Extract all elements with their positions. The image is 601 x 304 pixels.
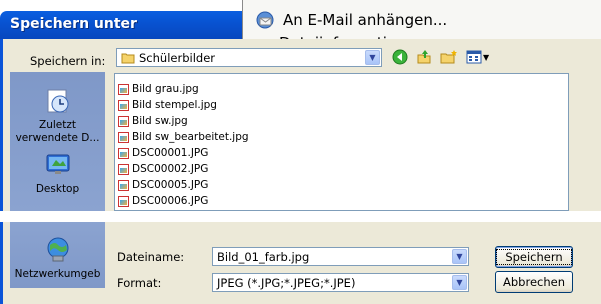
- background-context-menu: An E-Mail anhängen... Dateiinformationen: [242, 0, 601, 42]
- filename-field[interactable]: Bild_01_farb.jpg ▼: [212, 247, 469, 266]
- image-file-icon: [118, 195, 129, 207]
- cancel-button-label: Abbrechen: [503, 275, 565, 289]
- new-folder-icon[interactable]: [440, 49, 458, 65]
- image-file-icon: [118, 131, 129, 143]
- place-recent-label: Zuletzt verwendete D...: [15, 119, 100, 144]
- place-desktop[interactable]: Desktop: [10, 150, 105, 195]
- list-item[interactable]: DSC00006.JPG: [118, 194, 208, 208]
- format-select[interactable]: JPEG (*.JPG;*.JPEG;*.JPE) ▼: [212, 273, 469, 292]
- place-recent[interactable]: Zuletzt verwendete D...: [10, 86, 105, 145]
- list-item[interactable]: DSC00001.JPG: [118, 146, 208, 160]
- image-file-icon: [118, 147, 129, 159]
- image-file-icon: [118, 115, 129, 127]
- back-icon[interactable]: [392, 49, 408, 65]
- image-file-icon: [118, 83, 129, 95]
- view-icon: [466, 50, 482, 64]
- recent-documents-icon: [47, 89, 68, 113]
- format-value: JPEG (*.JPG;*.JPEG;*.JPE): [217, 275, 356, 290]
- save-in-label: Speichern in:: [30, 54, 106, 68]
- filename-label: Dateiname:: [117, 250, 185, 264]
- save-in-value: Schülerbilder: [139, 50, 215, 65]
- network-places-icon: [47, 237, 68, 262]
- save-in-combo[interactable]: Schülerbilder ▼: [116, 48, 382, 67]
- file-list[interactable]: Bild grau.jpg Bild stempel.jpg Bild sw.j…: [114, 73, 569, 211]
- file-name: Bild sw_bearbeitet.jpg: [132, 131, 249, 143]
- place-network-label: Netzwerkumgeb: [14, 268, 101, 280]
- file-name: DSC00001.JPG: [132, 147, 209, 159]
- file-name: DSC00002.JPG: [132, 163, 209, 175]
- save-button[interactable]: Speichern: [495, 246, 573, 268]
- file-name: Bild grau.jpg: [132, 83, 199, 95]
- file-name: DSC00006.JPG: [132, 195, 209, 207]
- menu-item-email-label: An E-Mail anhängen...: [283, 11, 448, 29]
- format-label: Format:: [117, 276, 162, 290]
- save-button-label: Speichern: [496, 249, 572, 265]
- list-item[interactable]: Bild stempel.jpg: [118, 98, 217, 112]
- filename-value: Bild_01_farb.jpg: [217, 249, 310, 264]
- chevron-down-icon[interactable]: ▼: [452, 249, 467, 264]
- email-attach-icon: [256, 11, 274, 29]
- places-items: Zuletzt verwendete D... Desktop: [10, 72, 105, 211]
- chevron-down-icon[interactable]: ▼: [365, 50, 380, 65]
- list-item[interactable]: DSC00002.JPG: [118, 162, 208, 176]
- up-folder-icon[interactable]: [416, 49, 432, 65]
- file-name: Bild sw.jpg: [132, 115, 188, 127]
- desktop-icon: [46, 154, 69, 174]
- file-name: DSC00005.JPG: [132, 179, 209, 191]
- dialog-title: Speichern unter: [10, 16, 137, 32]
- dialog-toolbar: ▼: [392, 47, 489, 67]
- file-name: Bild stempel.jpg: [132, 99, 217, 111]
- list-item[interactable]: DSC00005.JPG: [118, 178, 208, 192]
- image-file-icon: [118, 179, 129, 191]
- place-desktop-label: Desktop: [35, 183, 80, 195]
- place-network[interactable]: Netzwerkumgeb: [10, 236, 105, 280]
- list-item[interactable]: Bild sw.jpg: [118, 114, 188, 128]
- menu-item-email[interactable]: An E-Mail anhängen...: [255, 8, 447, 32]
- cancel-button[interactable]: Abbrechen: [495, 271, 573, 293]
- view-menu[interactable]: ▼: [466, 50, 489, 64]
- image-file-icon: [118, 163, 129, 175]
- image-file-icon: [118, 99, 129, 111]
- chevron-down-icon[interactable]: ▼: [452, 275, 467, 290]
- view-dropdown-arrow-icon: ▼: [483, 52, 490, 62]
- list-item[interactable]: Bild sw_bearbeitet.jpg: [118, 130, 249, 144]
- folder-icon: [121, 53, 135, 63]
- list-item[interactable]: Bild grau.jpg: [118, 82, 199, 96]
